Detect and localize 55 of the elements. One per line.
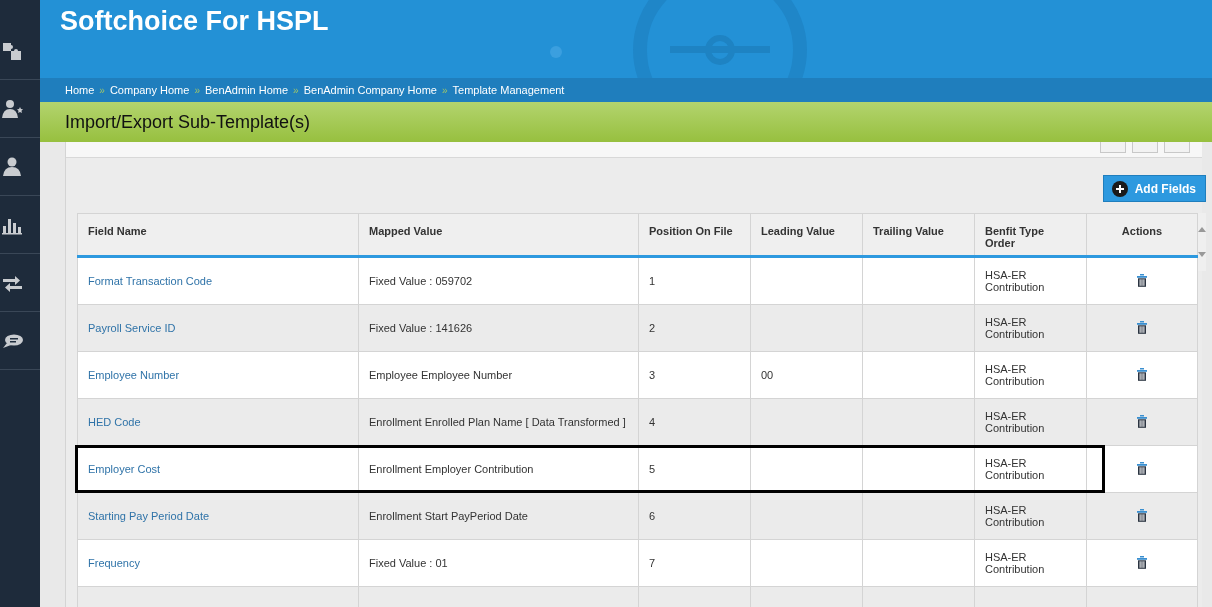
table-cell: HSA-ER Contribution [974, 492, 1087, 540]
column-header[interactable]: Leading Value [750, 213, 863, 257]
column-header[interactable]: Actions [1086, 213, 1198, 257]
delete-icon[interactable] [1136, 414, 1148, 428]
delete-icon[interactable] [1136, 273, 1148, 287]
delete-icon[interactable] [1136, 461, 1148, 475]
breadcrumb-link[interactable]: BenAdmin Home [204, 84, 289, 96]
table-cell: Employee Employee Number [358, 351, 639, 399]
table-cell: HSA-ER Contribution [974, 398, 1087, 446]
breadcrumb-separator: » [194, 84, 200, 96]
page-title: Import/Export Sub-Template(s) [65, 111, 311, 133]
table-cell: Enrollment Enrolled Plan Name [ Data Transformed ] [358, 398, 639, 446]
delete-icon[interactable] [1136, 555, 1148, 569]
breadcrumb-link[interactable]: BenAdmin Company Home [303, 84, 437, 96]
table-cell: 4 [638, 398, 751, 446]
field-name-link[interactable]: Frequency [88, 557, 140, 569]
table-cell: HSA-ER Contribution [974, 539, 1087, 587]
table-cell: Enrollment Start PayPeriod Date [358, 492, 639, 540]
table-cell: HSA-ER Contribution [974, 304, 1087, 352]
user-star-icon[interactable] [0, 97, 24, 120]
field-name-link[interactable]: HED Code [88, 416, 141, 428]
app-title: Softchoice For HSPL [60, 6, 329, 37]
breadcrumb-separator: » [441, 84, 448, 96]
add-fields-button[interactable]: Add Fields [1102, 175, 1206, 202]
delete-icon[interactable] [1136, 320, 1148, 334]
delete-icon[interactable] [1136, 508, 1148, 522]
table-cell: 1 [638, 256, 751, 305]
column-header[interactable]: Position On File [638, 213, 751, 257]
table-cell: Fixed Value : 141626 [358, 304, 639, 352]
breadcrumb-separator: » [99, 84, 105, 96]
column-header[interactable]: Trailing Value [862, 213, 975, 257]
delete-icon[interactable] [1136, 367, 1148, 381]
table-cell: 3 [638, 351, 751, 399]
table-cell: 2 [638, 304, 751, 352]
field-name-link[interactable]: Format Transaction Code [88, 275, 213, 287]
table-cell: 7 [638, 539, 751, 587]
table-cell: Fixed Value : 01 [358, 539, 639, 587]
user-icon[interactable] [0, 155, 24, 178]
breadcrumb-link[interactable]: Home [65, 84, 95, 96]
field-name-link[interactable]: Employee Number [88, 369, 180, 381]
column-header[interactable]: Benfit Type Order [974, 213, 1087, 257]
field-name-link[interactable]: Starting Pay Period Date [88, 510, 210, 522]
breadcrumb-link[interactable]: Company Home [109, 84, 190, 96]
column-header[interactable]: Field Name [77, 213, 359, 257]
table-cell: HSA-ER Contribution [974, 256, 1087, 305]
breadcrumb-separator: » [293, 84, 299, 96]
table-cell: HSA-ER Contribution [974, 351, 1087, 399]
field-name-link[interactable]: Employer Cost [88, 463, 161, 475]
breadcrumb-link[interactable]: Template Management [452, 84, 565, 96]
table-cell: Fixed Value : 059702 [358, 256, 639, 305]
plus-icon [1111, 180, 1128, 197]
table-cell: 00 [750, 351, 863, 399]
field-name-link[interactable]: Payroll Service ID [88, 322, 176, 334]
column-header[interactable]: Mapped Value [358, 213, 639, 257]
table-cell: 6 [638, 492, 751, 540]
